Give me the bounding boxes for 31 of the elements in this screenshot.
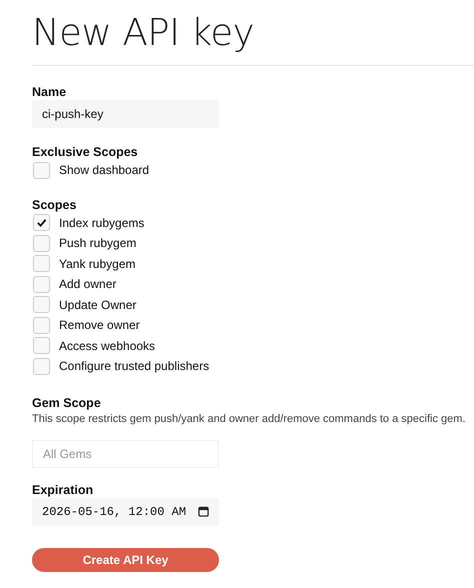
gem-field[interactable]: All Gems bbox=[32, 440, 219, 468]
checkbox-label: Configure trusted publishers bbox=[59, 359, 210, 374]
checkbox[interactable] bbox=[33, 296, 50, 314]
page-title: New API key bbox=[32, 10, 254, 56]
checkbox-label: Remove owner bbox=[59, 318, 140, 332]
section-label: Exclusive Scopes bbox=[32, 145, 138, 160]
checkbox[interactable] bbox=[33, 234, 50, 252]
field-label: Name bbox=[32, 85, 66, 100]
checkbox-label: Push rubygem bbox=[59, 236, 136, 250]
description-text: This scope restricts gem push/yank and owner add/remove commands to a specific gem. bbox=[32, 412, 466, 424]
checkbox-label: Yank rubygem bbox=[59, 256, 136, 271]
section-label: Scopes bbox=[32, 198, 76, 212]
checkbox-label: Update Owner bbox=[59, 298, 136, 312]
create-button[interactable]: Create API Key bbox=[32, 548, 219, 572]
checkmark-icon bbox=[36, 217, 47, 228]
checkbox[interactable] bbox=[33, 358, 50, 375]
checkbox-label: Add owner bbox=[59, 277, 116, 292]
calendar-icon bbox=[198, 506, 209, 517]
checkbox-label: Index rubygems bbox=[59, 216, 144, 230]
checkbox[interactable] bbox=[33, 162, 50, 179]
checkbox-label: Show dashboard bbox=[59, 163, 150, 178]
date-field[interactable]: 2026-05-16, 12:00 AM bbox=[32, 498, 219, 526]
checkbox[interactable] bbox=[33, 316, 50, 334]
checkbox[interactable] bbox=[33, 214, 50, 232]
name-field[interactable]: ci-push-key bbox=[32, 100, 219, 128]
checkbox[interactable] bbox=[33, 255, 50, 272]
checkbox[interactable] bbox=[33, 337, 50, 354]
checkbox-label: Access webhooks bbox=[59, 338, 156, 353]
checkbox[interactable] bbox=[33, 276, 50, 293]
section-label: Gem Scope bbox=[32, 396, 101, 410]
field-label: Expiration bbox=[32, 482, 94, 498]
